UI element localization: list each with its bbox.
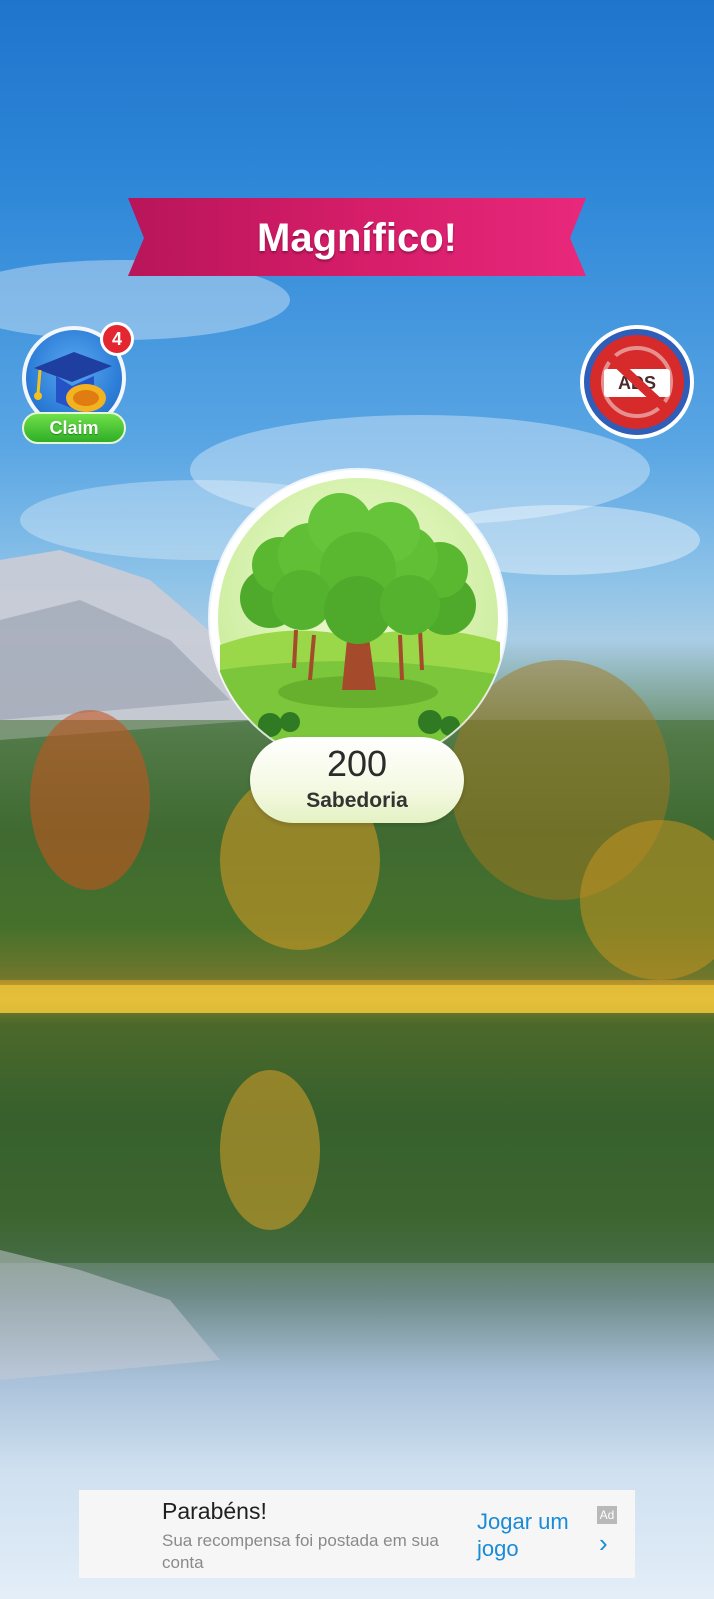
- strike-line: [602, 349, 672, 415]
- chevron-right-icon[interactable]: ›: [599, 1528, 608, 1559]
- title-banner: Magnífico!: [128, 198, 586, 278]
- notification-badge: 4: [100, 322, 134, 356]
- ad-cta-link[interactable]: Jogar um jogo: [477, 1508, 587, 1562]
- claim-button[interactable]: Claim: [22, 412, 126, 444]
- banyan-tree-icon: [218, 478, 500, 766]
- claim-widget[interactable]: 4 Claim: [20, 322, 136, 444]
- remove-ads-button[interactable]: ADS: [580, 325, 694, 439]
- reward-pill: 200 Sabedoria: [250, 737, 464, 823]
- reward-value: 200: [326, 743, 388, 784]
- ad-badge: Ad: [597, 1506, 617, 1524]
- banner-title: Magnífico!: [257, 215, 457, 260]
- ad-title: Parabéns!: [162, 1498, 267, 1524]
- ad-banner[interactable]: Parabéns! Sua recompensa foi postada em …: [79, 1490, 635, 1578]
- ad-description: Sua recompensa foi postada em sua conta: [162, 1531, 439, 1572]
- tree-reward-image: [210, 470, 506, 766]
- no-ads-icon: ADS: [590, 335, 684, 429]
- reward-label: Sabedoria: [306, 789, 408, 812]
